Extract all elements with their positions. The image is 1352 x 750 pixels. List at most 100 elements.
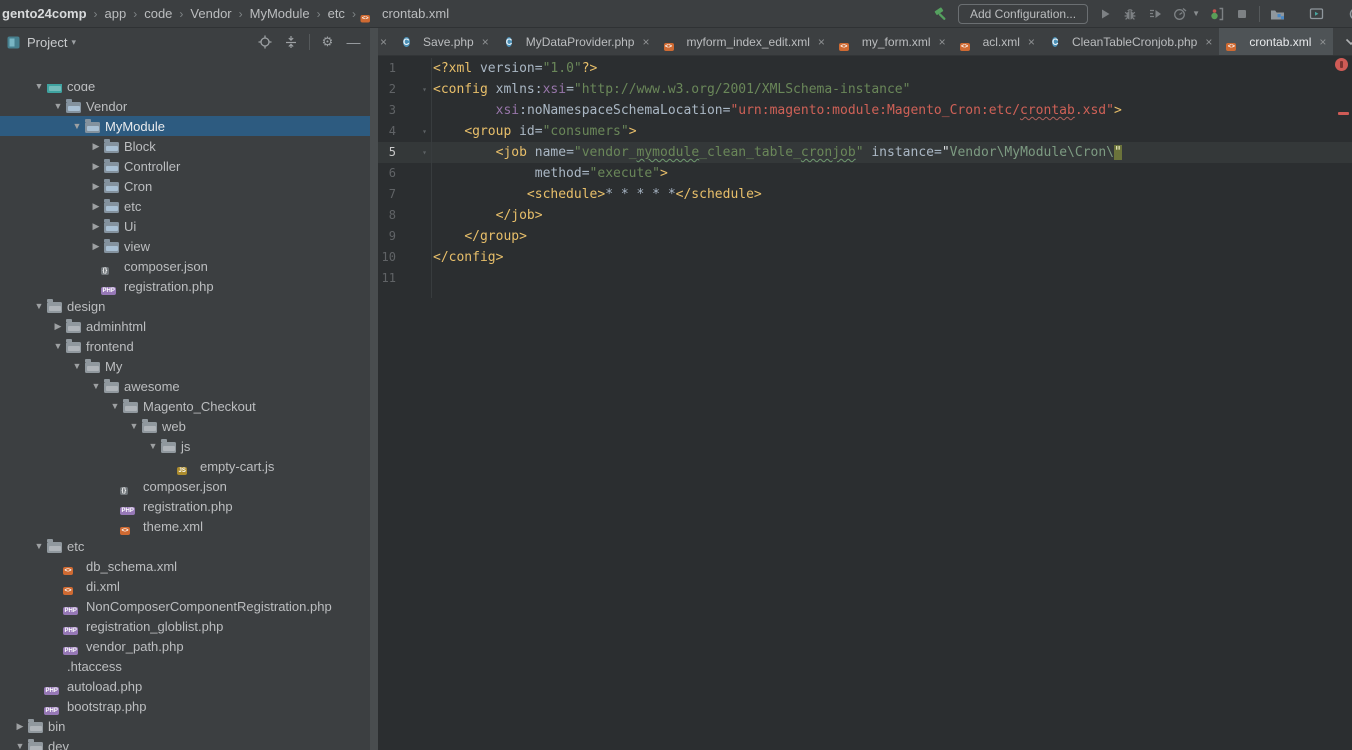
tree-row-autoload.php[interactable]: PHPautoload.php [0,676,370,696]
tab-overflow-chevron[interactable] [1333,28,1352,55]
tree-row-registration.php[interactable]: PHPregistration.php [0,496,370,516]
collapsed-arrow-icon[interactable]: ▶ [88,201,104,212]
panel-splitter[interactable] [370,28,378,750]
collapsed-arrow-icon[interactable]: ▶ [50,321,66,332]
tree-row-di.xml[interactable]: <>di.xml [0,576,370,596]
tree-row-MyModule[interactable]: ▼MyModule [0,116,370,136]
inspections-error-indicator[interactable] [1335,58,1348,71]
project-structure-icon[interactable] [1269,6,1285,22]
tree-row-view[interactable]: ▶view [0,236,370,256]
expanded-arrow-icon[interactable]: ▼ [31,301,47,311]
close-icon[interactable]: × [818,35,825,49]
fold-icon[interactable]: ▾ [422,121,427,142]
expanded-arrow-icon[interactable]: ▼ [107,401,123,411]
tree-row-etc[interactable]: ▼etc [0,536,370,556]
tree-row-NonComposerComponentRegistration.php[interactable]: PHPNonComposerComponentRegistration.php [0,596,370,616]
collapsed-arrow-icon[interactable]: ▶ [12,721,28,732]
hide-panel-icon[interactable]: — [345,34,362,51]
tree-row-frontend[interactable]: ▼frontend [0,336,370,356]
tree-row-js[interactable]: ▼js [0,436,370,456]
run-anything-icon[interactable] [1308,6,1324,22]
editor-gutter[interactable]: 12▾34▾5▾67891011 [378,58,432,298]
expanded-arrow-icon[interactable]: ▼ [69,361,85,371]
tree-row-registration.php[interactable]: PHPregistration.php [0,276,370,296]
tab-acl.xml[interactable]: <>acl.xml× [953,28,1042,55]
close-icon[interactable]: × [939,35,946,49]
line-number[interactable]: 3 [378,100,431,121]
collapsed-arrow-icon[interactable]: ▶ [88,221,104,232]
tree-row-Cron[interactable]: ▶Cron [0,176,370,196]
line-number[interactable]: 8 [378,205,431,226]
breadcrumb-item[interactable]: code [144,6,172,21]
tree-row-vendor_path.php[interactable]: PHPvendor_path.php [0,636,370,656]
stop-icon[interactable] [1234,6,1250,22]
tree-row-Magento_Checkout[interactable]: ▼Magento_Checkout [0,396,370,416]
tree-row-composer.json[interactable]: {}composer.json [0,476,370,496]
tree-row-code[interactable]: ▼code [0,84,370,96]
close-icon[interactable]: × [482,35,489,49]
expanded-arrow-icon[interactable]: ▼ [31,541,47,551]
collapsed-arrow-icon[interactable]: ▶ [88,161,104,172]
tree-row-Block[interactable]: ▶Block [0,136,370,156]
close-icon[interactable]: × [1205,35,1212,49]
code-editor[interactable]: 12▾34▾5▾67891011 <?xml version="1.0"?><c… [378,56,1352,750]
code-line-11[interactable] [433,268,1338,289]
tree-row-adminhtml[interactable]: ▶adminhtml [0,316,370,336]
tab-CleanTableCronjob.php[interactable]: CCleanTableCronjob.php× [1042,28,1219,55]
debug-icon[interactable] [1122,6,1138,22]
collapse-all-icon[interactable] [282,34,299,51]
profiler-icon[interactable] [1172,6,1188,22]
collapsed-arrow-icon[interactable]: ▶ [88,241,104,252]
expanded-arrow-icon[interactable]: ▼ [145,441,161,451]
expanded-arrow-icon[interactable]: ▼ [31,84,47,91]
tree-row-dev[interactable]: ▼dev [0,736,370,750]
close-icon[interactable]: × [378,35,393,49]
collapsed-arrow-icon[interactable]: ▶ [88,141,104,152]
fold-icon[interactable]: ▾ [422,142,427,163]
search-icon[interactable] [1345,6,1352,22]
breadcrumb-item[interactable]: app [105,6,127,21]
breadcrumb-item[interactable]: etc [328,6,345,21]
chevron-down-icon[interactable]: ▾ [71,37,76,48]
fold-icon[interactable]: ▾ [422,79,427,100]
code-area[interactable]: <?xml version="1.0"?><config xmlns:xsi="… [433,58,1338,289]
tree-row-db_schema.xml[interactable]: <>db_schema.xml [0,556,370,576]
tree-row-.htaccess[interactable]: .htaccess [0,656,370,676]
expanded-arrow-icon[interactable]: ▼ [50,101,66,111]
code-line-3[interactable]: xsi:noNamespaceSchemaLocation="urn:magen… [433,100,1338,121]
add-configuration-button[interactable]: Add Configuration... [958,4,1088,24]
code-line-1[interactable]: <?xml version="1.0"?> [433,58,1338,79]
project-panel-title[interactable]: Project [27,35,67,50]
close-icon[interactable]: × [1028,35,1035,49]
line-number[interactable]: 10 [378,247,431,268]
close-icon[interactable]: × [642,35,649,49]
tree-row-Ui[interactable]: ▶Ui [0,216,370,236]
code-line-9[interactable]: </group> [433,226,1338,247]
expanded-arrow-icon[interactable]: ▼ [69,121,85,131]
line-number[interactable]: 9 [378,226,431,247]
breadcrumb-item[interactable]: crontab.xml [382,6,449,21]
code-line-5[interactable]: <job name="vendor_mymodule_clean_table_c… [433,142,1338,163]
tab-myform_index_edit.xml[interactable]: <>myform_index_edit.xml× [657,28,832,55]
tree-row-empty-cart.js[interactable]: JSempty-cart.js [0,456,370,476]
close-icon[interactable]: × [1319,35,1326,49]
breadcrumb[interactable]: gento24comp›app›code›Vendor›MyModule›etc… [0,6,449,22]
code-line-4[interactable]: <group id="consumers"> [433,121,1338,142]
tab-MyDataProvider.php[interactable]: CMyDataProvider.php× [496,28,657,55]
attach-debugger-icon[interactable] [1209,6,1225,22]
tree-row-Vendor[interactable]: ▼Vendor [0,96,370,116]
tree-row-design[interactable]: ▼design [0,296,370,316]
code-line-2[interactable]: <config xmlns:xsi="http://www.w3.org/200… [433,79,1338,100]
tree-row-Controller[interactable]: ▶Controller [0,156,370,176]
breadcrumb-item[interactable]: Vendor [190,6,231,21]
code-line-6[interactable]: method="execute"> [433,163,1338,184]
locate-file-icon[interactable] [256,34,273,51]
tree-row-composer.json[interactable]: {}composer.json [0,256,370,276]
line-number[interactable]: 7 [378,184,431,205]
tree-row-etc[interactable]: ▶etc [0,196,370,216]
tree-row-My[interactable]: ▼My [0,356,370,376]
expanded-arrow-icon[interactable]: ▼ [126,421,142,431]
line-number[interactable]: 1 [378,58,431,79]
settings-gear-icon[interactable]: ⚙ [319,34,336,51]
breadcrumb-item[interactable]: MyModule [250,6,310,21]
